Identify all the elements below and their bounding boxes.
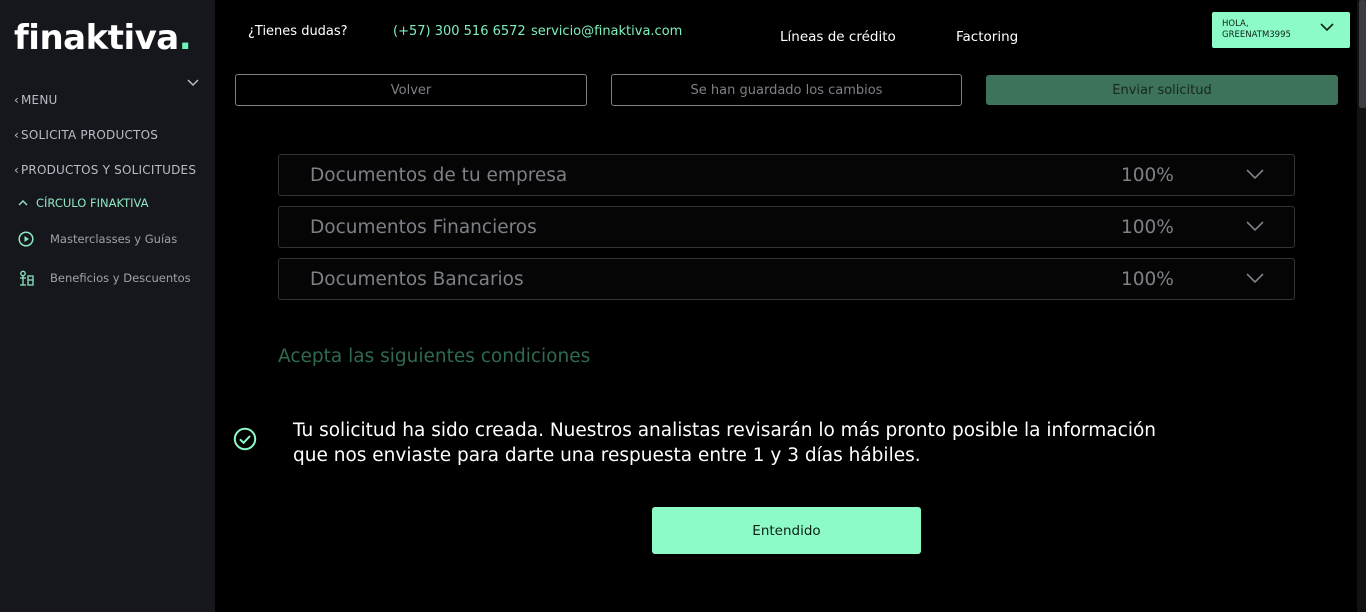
notice-line: que nos enviaste para darte una respuest…: [293, 445, 921, 466]
sidebar-item-beneficios[interactable]: Beneficios y Descuentos: [18, 270, 191, 286]
chevron-down-icon: [1246, 169, 1264, 180]
chevron-down-icon: [1246, 221, 1264, 232]
scrollbar-thumb[interactable]: [1359, 0, 1366, 108]
nav-link-factoring[interactable]: Factoring: [956, 29, 1018, 45]
play-circle-icon: [18, 231, 34, 247]
back-button[interactable]: Volver: [235, 74, 587, 106]
conditions-title: Acepta las siguientes condiciones: [278, 346, 591, 367]
chevron-left-icon: ‹: [14, 163, 19, 177]
finaktiva-logo[interactable]: finaktiva.: [14, 18, 192, 58]
notice-line: Tu solicitud ha sido creada. Nuestros an…: [293, 420, 1157, 441]
accordion-documentos-bancarios[interactable]: Documentos Bancarios 100%: [278, 258, 1295, 300]
accordion-title: Documentos Bancarios: [310, 269, 524, 290]
saved-status-button[interactable]: Se han guardado los cambios: [611, 74, 962, 106]
sidebar-item-label: Masterclasses y Guías: [50, 232, 178, 246]
sidebar-item-circulo-finaktiva[interactable]: CÍRCULO FINAKTIVA: [18, 196, 149, 210]
sidebar-item-masterclasses[interactable]: Masterclasses y Guías: [18, 231, 177, 247]
sidebar-item-solicita-productos[interactable]: ‹ SOLICITA PRODUCTOS: [14, 128, 158, 142]
accordion-progress: 100%: [1121, 217, 1174, 238]
sidebar-item-label: MENU: [21, 93, 58, 107]
accordion-title: Documentos Financieros: [310, 217, 537, 238]
support-email-link[interactable]: servicio@finaktiva.com: [531, 24, 682, 39]
accordion-progress: 100%: [1121, 269, 1174, 290]
chevron-down-icon[interactable]: [186, 76, 200, 90]
chevron-down-icon: [1320, 23, 1334, 32]
help-question: ¿Tienes dudas?: [248, 24, 348, 39]
sidebar-item-label: CÍRCULO FINAKTIVA: [36, 196, 149, 210]
sidebar-item-menu[interactable]: ‹ MENU: [14, 93, 58, 107]
benefits-icon: [20, 270, 34, 286]
sidebar: finaktiva. ‹ MENU ‹ SOLICITA PRODUCTOS ‹…: [0, 0, 215, 612]
accordion-documentos-financieros[interactable]: Documentos Financieros 100%: [278, 206, 1295, 248]
sidebar-item-label: Beneficios y Descuentos: [50, 271, 191, 285]
support-phone-link[interactable]: (+57) 300 516 6572: [393, 24, 526, 39]
user-menu[interactable]: HOLA, GREENATM3995: [1212, 12, 1350, 48]
accordion-progress: 100%: [1121, 165, 1174, 186]
chevron-left-icon: ‹: [14, 93, 19, 107]
accordion-title: Documentos de tu empresa: [310, 165, 568, 186]
chevron-up-icon: [18, 200, 28, 206]
sidebar-item-label: SOLICITA PRODUCTOS: [21, 128, 159, 142]
check-circle-icon: [233, 427, 257, 451]
sidebar-item-productos-y-solicitudes[interactable]: ‹ PRODUCTOS Y SOLICITUDES: [14, 163, 196, 177]
sidebar-item-label: PRODUCTOS Y SOLICITUDES: [21, 163, 197, 177]
chevron-left-icon: ‹: [14, 128, 19, 142]
send-request-button[interactable]: Enviar solicitud: [986, 75, 1338, 105]
notice-text: Tu solicitud ha sido creada. Nuestros an…: [293, 418, 1273, 468]
understood-button[interactable]: Entendido: [652, 507, 921, 554]
chevron-down-icon: [1246, 273, 1264, 284]
request-created-notice: Tu solicitud ha sido creada. Nuestros an…: [233, 418, 1313, 474]
accordion-documentos-empresa[interactable]: Documentos de tu empresa 100%: [278, 154, 1295, 196]
nav-link-lineas-credito[interactable]: Líneas de crédito: [780, 29, 896, 45]
